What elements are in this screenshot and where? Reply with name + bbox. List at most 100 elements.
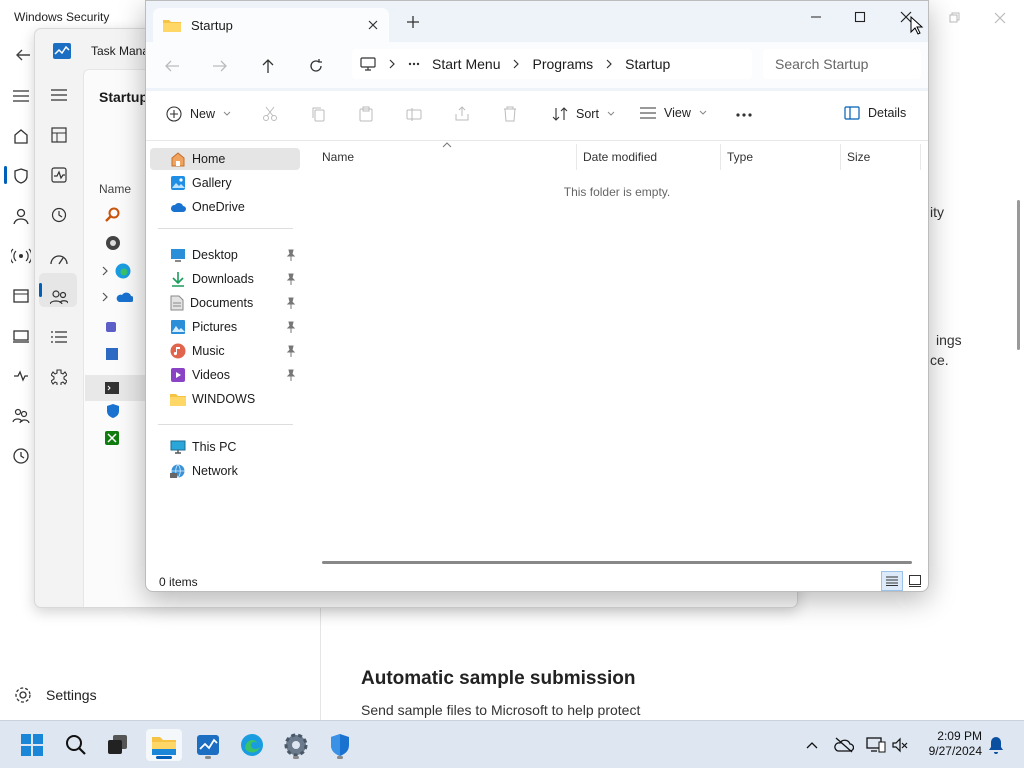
nav-item-downloads[interactable]: Downloads [150,268,300,290]
minimize-icon[interactable] [796,5,836,29]
start-button[interactable] [14,729,50,761]
hamburger-icon[interactable] [45,81,73,109]
users-icon[interactable] [45,283,73,311]
app-browser-icon[interactable] [8,283,34,309]
startup-row[interactable] [105,235,121,251]
show-hidden-icons-chevron-icon[interactable] [802,735,822,755]
startup-row[interactable] [105,431,119,445]
pin-icon[interactable] [286,321,296,333]
home-icon[interactable] [8,123,34,149]
nav-item-onedrive[interactable]: OneDrive [150,196,300,218]
taskbar-task-manager[interactable] [190,729,226,761]
nav-item-pictures[interactable]: Pictures [150,316,300,338]
expand-chevron-icon[interactable] [101,266,109,276]
close-tab-icon[interactable] [365,17,381,33]
column-header-name[interactable]: Name [322,150,354,164]
expand-chevron-icon[interactable] [101,292,109,302]
new-tab-icon[interactable] [406,15,420,29]
details-view-icon[interactable] [881,571,903,591]
back-icon[interactable] [162,56,182,76]
app-history-icon[interactable] [45,201,73,229]
performance-icon[interactable] [45,161,73,189]
breadcrumb-chevron-icon[interactable] [512,59,520,69]
system-clock[interactable]: 2:09 PM 9/27/2024 [910,729,982,759]
taskbar-file-explorer[interactable] [146,729,182,761]
health-icon[interactable] [8,363,34,389]
back-arrow-icon[interactable] [14,46,32,64]
nav-item-this-pc[interactable]: This PC [150,436,300,458]
nav-item-desktop[interactable]: Desktop [150,244,300,266]
startup-row[interactable] [105,403,121,419]
up-icon[interactable] [258,56,278,76]
account-icon[interactable] [8,203,34,229]
pin-icon[interactable] [286,273,296,285]
more-options-icon[interactable] [736,113,752,117]
taskbar-edge[interactable] [234,729,270,761]
scrollbar[interactable] [1017,200,1020,350]
nav-item-music[interactable]: Music [150,340,300,362]
pin-icon[interactable] [286,249,296,261]
cut-icon[interactable] [262,106,278,122]
search-input[interactable]: Search Startup [763,49,921,79]
history-icon[interactable] [8,443,34,469]
taskbar-settings[interactable] [278,729,314,761]
nav-item-gallery[interactable]: Gallery [150,172,300,194]
paste-icon[interactable] [358,106,374,122]
copy-icon[interactable] [310,106,326,122]
maximize-icon[interactable] [840,5,880,29]
column-header-date[interactable]: Date modified [583,150,657,164]
nav-item-home[interactable]: Home [150,148,300,170]
horizontal-scrollbar[interactable] [322,561,912,564]
tab-startup[interactable]: Startup [153,8,389,42]
column-separator[interactable] [576,144,577,170]
startup-apps-icon[interactable] [45,245,73,273]
pin-icon[interactable] [286,345,296,357]
breadcrumb-chevron-icon[interactable] [388,59,396,69]
pin-icon[interactable] [286,369,296,381]
column-separator[interactable] [840,144,841,170]
rename-icon[interactable] [406,106,422,122]
large-icons-view-icon[interactable] [904,571,926,591]
column-separator[interactable] [920,144,921,170]
nav-item-documents[interactable]: Documents [150,292,300,314]
network-icon[interactable] [8,243,34,269]
column-separator[interactable] [720,144,721,170]
startup-row[interactable] [105,207,121,223]
services-icon[interactable] [45,363,73,391]
breadcrumb-chevron-icon[interactable] [605,59,613,69]
startup-row[interactable] [101,291,133,303]
close-icon[interactable] [990,8,1010,28]
refresh-icon[interactable] [306,56,326,76]
details-icon[interactable] [45,323,73,351]
breadcrumb-more-icon[interactable] [408,62,420,66]
network-status-icon[interactable] [866,735,886,755]
startup-row[interactable] [105,347,119,361]
column-header-name[interactable]: Name [99,182,131,196]
delete-icon[interactable] [502,106,518,122]
onedrive-status-icon[interactable] [834,735,854,755]
pin-icon[interactable] [286,297,296,309]
breadcrumb-startup[interactable]: Startup [625,56,670,72]
nav-item-videos[interactable]: Videos [150,364,300,386]
breadcrumb-start-menu[interactable]: Start Menu [432,56,500,72]
column-header-size[interactable]: Size [847,150,870,164]
forward-icon[interactable] [210,56,230,76]
speaker-muted-icon[interactable] [890,735,910,755]
startup-row-selected[interactable] [85,375,145,401]
share-icon[interactable] [454,106,470,122]
address-bar[interactable]: Start Menu Programs Startup [352,49,752,79]
breadcrumb-programs[interactable]: Programs [532,56,593,72]
nav-item-network[interactable]: Network [150,460,300,482]
taskbar-windows-security[interactable] [322,729,358,761]
notification-bell-icon[interactable] [986,735,1006,755]
sort-button[interactable]: Sort [552,106,615,122]
menu-icon[interactable] [8,83,34,109]
settings-nav-item[interactable]: Settings [14,686,97,704]
shield-icon[interactable] [8,163,34,189]
details-button[interactable]: Details [844,106,906,120]
column-header-type[interactable]: Type [727,150,753,164]
nav-item-windows[interactable]: WINDOWS [150,388,300,410]
new-button[interactable]: New [166,106,231,122]
restore-icon[interactable] [944,8,964,28]
processes-icon[interactable] [45,121,73,149]
